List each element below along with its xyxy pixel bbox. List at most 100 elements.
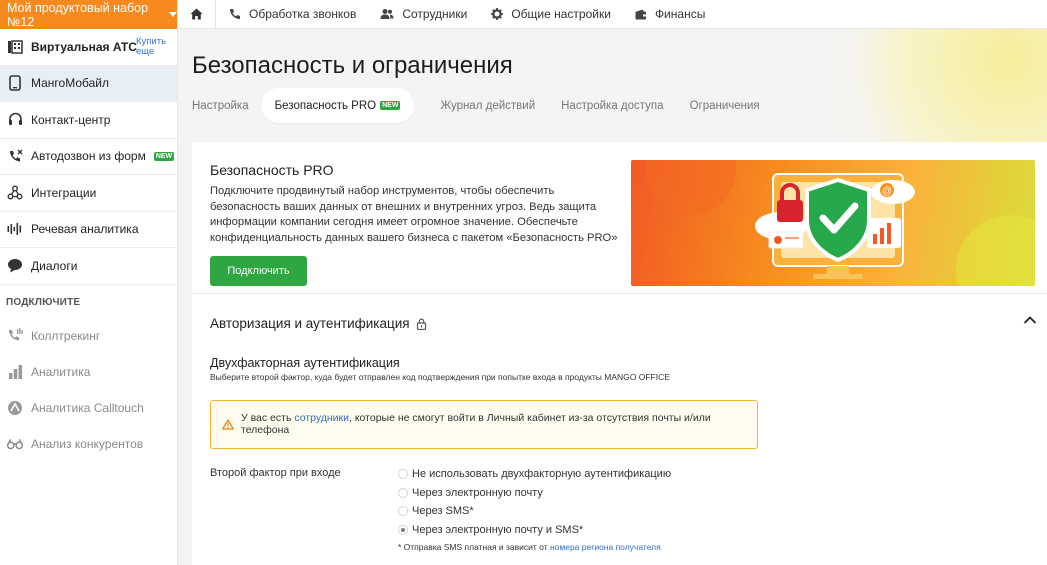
nav-label: Финансы [654,7,706,21]
option-label: Через SMS* [412,505,474,518]
calltracking-icon [7,328,23,344]
svg-text:@: @ [882,186,892,197]
option-sms[interactable]: Через SMS* [398,502,671,521]
nav-employees[interactable]: Сотрудники [380,7,467,21]
buy-more-link[interactable]: Купить еще [136,37,170,57]
radio-button-selected[interactable] [398,524,408,535]
page-header: Безопасность и ограничения Настройка Без… [178,29,1047,142]
lock-icon [416,318,426,330]
new-badge: NEW [380,101,401,110]
security-pro-card: Безопасность PRO Подключите продвинутый … [192,142,1047,294]
gear-icon [491,8,504,20]
auto-call-icon [7,148,23,164]
warning-icon [222,419,234,430]
integrations-icon [7,185,23,201]
sidebar: Мой продуктовый набор №12 Виртуальная АТ… [0,0,178,565]
home-button[interactable] [178,0,216,29]
sidebar-item-label: Аналитика [31,364,91,379]
auth-section-header[interactable]: Авторизация и аутентификация [210,316,427,331]
new-badge: NEW [153,151,175,161]
second-factor-label: Второй фактор при входе [210,467,341,479]
sidebar-item-label: Интеграции [31,185,97,200]
note-text: * Отправка SMS платная и зависит от [398,542,550,552]
product-set-selector[interactable]: Мой продуктовый набор №12 [0,0,177,29]
page-title: Безопасность и ограничения [192,52,513,79]
twofa-title: Двухфакторная аутентификация [210,356,400,370]
main-content: Безопасность PRO Подключите продвинутый … [192,142,1047,565]
sidebar-item-calltracking[interactable]: Коллтрекинг [0,318,177,354]
nav-label: Обработка звонков [249,7,357,21]
sidebar-item-virtual-pbx[interactable]: Виртуальная АТС Купить еще [0,29,177,66]
security-pro-title: Безопасность PRO [210,162,334,178]
sidebar-item-label: МангоМобайл [31,76,109,91]
header-decoration [827,29,1047,142]
sidebar-item-label: Аналитика Calltouch [31,400,144,415]
sidebar-item-speech-analytics[interactable]: Речевая аналитика [0,212,177,248]
sidebar-item-label: Коллтрекинг [31,328,101,343]
option-label: Не использовать двухфакторную аутентифик… [412,468,672,481]
nav-call-processing[interactable]: Обработка звонков [229,7,356,21]
recipient-region-link[interactable]: номера региона получателя [550,542,661,552]
nav-general-settings[interactable]: Общие настройки [491,7,611,21]
voice-analytics-icon [7,221,23,237]
pbx-icon [7,39,23,55]
employees-link[interactable]: сотрудники [294,412,349,424]
page-tabs: Настройка Безопасность PRO NEW Журнал де… [192,88,786,123]
sidebar-item-autodial[interactable]: Автодозвон из форм NEW [0,139,177,175]
missing-contacts-warning: У вас есть сотрудники, которые не смогут… [210,400,758,449]
sidebar-item-analytics[interactable]: Аналитика [0,354,177,390]
chevron-down-icon [169,12,177,17]
headset-icon [7,112,23,128]
tab-security-pro[interactable]: Безопасность PRO NEW [260,88,415,123]
auth-section-title: Авторизация и аутентификация [210,316,410,331]
warning-text-start: У вас есть [241,412,295,424]
chevron-up-icon[interactable] [1023,315,1037,325]
radio-button[interactable] [398,487,408,498]
second-factor-options: Не использовать двухфакторную аутентифик… [398,465,671,539]
radio-button[interactable] [398,469,408,480]
nav-label: Сотрудники [402,7,468,21]
wallet-icon [635,9,647,19]
option-email-and-sms[interactable]: Через электронную почту и SMS* [398,521,671,540]
security-pro-description: Подключите продвинутый набор инструменто… [210,185,618,244]
product-set-label: Мой продуктовый набор №12 [7,0,149,29]
mobile-phone-icon [7,75,23,92]
radio-button[interactable] [398,506,408,517]
tab-activity-log[interactable]: Журнал действий [440,88,535,123]
nav-finance[interactable]: Финансы [635,7,705,21]
sidebar-item-contact-center[interactable]: Контакт-центр [0,102,177,139]
sidebar-item-label: Речевая аналитика [31,222,139,237]
calltouch-icon [7,400,23,416]
option-label: Через электронную почту [412,486,543,499]
sidebar-item-mangomobile[interactable]: МангоМобайл [0,65,177,102]
sms-cost-note: * Отправка SMS платная и зависит от номе… [398,542,661,552]
security-banner-image: @ [631,160,1035,286]
option-email[interactable]: Через электронную почту [398,484,671,503]
users-icon [380,9,394,19]
twofa-subtitle: Выберите второй фактор, куда будет отпра… [210,372,670,382]
connect-section-title: ПОДКЛЮЧИТЕ [6,296,81,308]
binoculars-icon [7,436,23,452]
sidebar-item-integrations[interactable]: Интеграции [0,175,177,212]
home-icon [190,8,203,20]
option-no-2fa[interactable]: Не использовать двухфакторную аутентифик… [398,465,671,484]
sidebar-item-competitor-analysis[interactable]: Анализ конкурентов [0,426,177,462]
tab-restrictions[interactable]: Ограничения [690,88,760,123]
tab-label: Безопасность PRO [274,99,377,112]
sidebar-item-label: Автодозвон из форм [31,149,146,164]
top-navigation: Обработка звонков Сотрудники Общие настр… [178,0,1047,29]
phone-icon [230,9,240,19]
tab-access-settings[interactable]: Настройка доступа [561,88,663,123]
nav-label: Общие настройки [511,7,611,21]
connect-button[interactable]: Подключить [210,256,307,286]
chat-bubble-icon [7,258,23,274]
sidebar-item-dialogs[interactable]: Диалоги [0,248,177,285]
tab-settings[interactable]: Настройка [192,88,249,123]
bar-chart-icon [7,364,23,380]
sidebar-item-calltouch-analytics[interactable]: Аналитика Calltouch [0,390,177,426]
sidebar-item-label: Диалоги [31,258,78,273]
sidebar-item-label: Виртуальная АТС [31,39,137,54]
sidebar-item-label: Анализ конкурентов [31,436,144,451]
sidebar-item-label: Контакт-центр [31,112,111,127]
option-label: Через электронную почту и SMS* [412,523,584,536]
